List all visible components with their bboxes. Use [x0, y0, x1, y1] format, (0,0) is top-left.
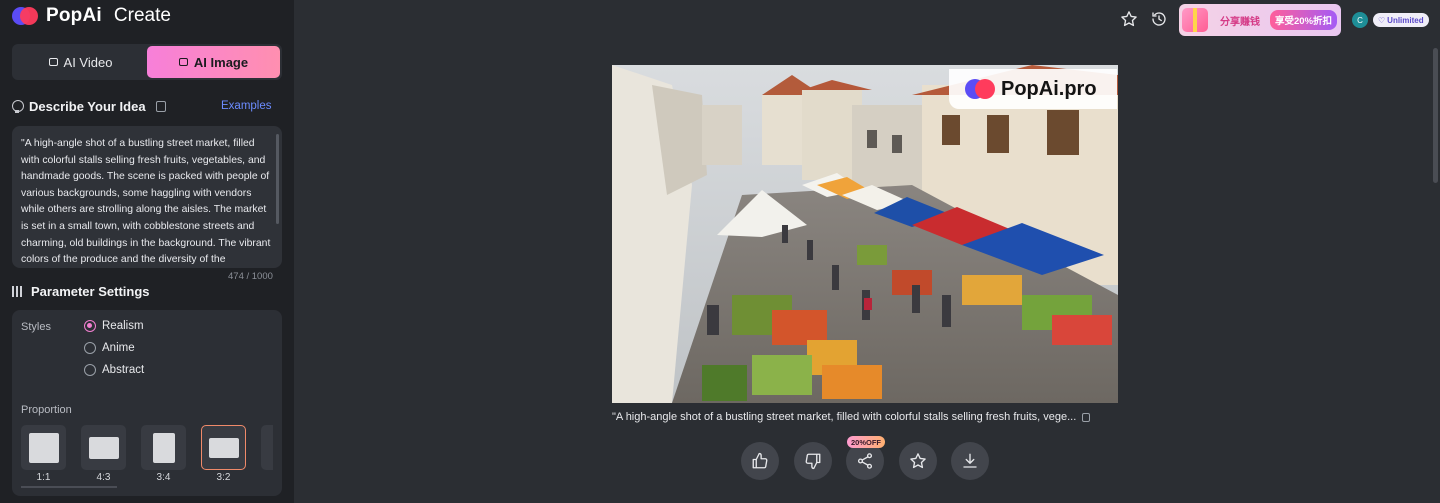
market-scene-illustration — [612, 65, 1118, 403]
ratio-label: 3:4 — [156, 472, 171, 483]
favorite-button[interactable] — [899, 442, 937, 480]
prompt-text: "A high-angle shot of a bustling street … — [21, 138, 271, 266]
plan-badge[interactable]: ♡ Unlimited — [1373, 13, 1429, 27]
styles-label: Styles — [21, 321, 51, 333]
video-icon — [48, 58, 58, 66]
popai-logo-icon — [12, 6, 38, 26]
proportion-label: Proportion — [21, 404, 72, 416]
style-option-label: Realism — [102, 320, 144, 332]
generated-image[interactable] — [612, 65, 1118, 403]
copy-icon[interactable] — [1082, 412, 1091, 422]
ratio-label: 3:2 — [216, 472, 231, 483]
params-heading: Parameter Settings — [12, 284, 150, 299]
plan-label: Unlimited — [1387, 15, 1424, 25]
history-icon[interactable] — [1150, 10, 1168, 28]
gift-icon — [1182, 8, 1208, 32]
image-icon — [178, 58, 188, 66]
radio-icon — [84, 364, 96, 376]
ratio-3-4[interactable] — [141, 425, 186, 470]
proportion-scrollbar[interactable] — [21, 486, 117, 488]
download-icon — [963, 453, 977, 468]
style-option-label: Abstract — [102, 364, 145, 376]
thumbs-up-icon — [752, 452, 768, 469]
share-icon — [857, 453, 873, 469]
style-option-label: Anime — [102, 342, 135, 354]
popai-watermark: PopAi.pro — [949, 69, 1117, 109]
bulb-icon — [12, 100, 24, 113]
promo-banner[interactable]: 分享赚钱 享受20%折扣 — [1179, 4, 1341, 36]
examples-link[interactable]: Examples — [221, 100, 272, 112]
image-caption: "A high-angle shot of a bustling street … — [612, 411, 1118, 423]
promo-discount-badge: 享受20%折扣 — [1270, 10, 1338, 30]
section-name: Create — [113, 5, 171, 26]
tab-ai-image-label: AI Image — [193, 54, 249, 70]
style-option-abstract[interactable]: Abstract — [84, 364, 144, 376]
describe-heading: Describe Your Idea — [12, 99, 166, 114]
radio-icon — [84, 320, 96, 332]
ratio-label: 1:1 — [36, 472, 51, 483]
sliders-icon — [12, 286, 24, 297]
like-button[interactable] — [741, 442, 779, 480]
watermark-text: PopAi.pro — [1001, 77, 1097, 100]
sidebar: PopAi Create AI Video AI Image Describe … — [0, 0, 294, 503]
prompt-scrollbar[interactable] — [276, 134, 279, 224]
param-panel: Styles Realism Anime Abstract Proportion… — [12, 310, 282, 496]
radio-icon — [84, 342, 96, 354]
tab-ai-video-label: AI Video — [63, 54, 113, 70]
ratio-3-2[interactable] — [201, 425, 246, 470]
brand-logo[interactable]: PopAi Create — [12, 4, 171, 28]
promo-text: 分享赚钱 — [1220, 16, 1260, 28]
prompt-textarea[interactable]: "A high-angle shot of a bustling street … — [12, 126, 282, 268]
ratio-1-1[interactable] — [21, 425, 66, 470]
discount-badge: 20%OFF — [847, 436, 886, 448]
star-icon[interactable] — [1120, 10, 1138, 28]
tab-ai-image[interactable]: AI Image — [147, 46, 280, 78]
ratio-more[interactable] — [261, 425, 273, 470]
star-icon — [910, 453, 926, 469]
copy-icon[interactable] — [155, 101, 166, 112]
style-option-realism[interactable]: Realism — [84, 320, 144, 332]
params-title: Parameter Settings — [31, 284, 150, 299]
popai-logo-icon — [965, 78, 995, 100]
tab-ai-video[interactable]: AI Video — [14, 46, 147, 78]
diamond-icon: ♡ — [1378, 15, 1386, 25]
avatar[interactable]: C — [1352, 12, 1368, 28]
dislike-button[interactable] — [794, 442, 832, 480]
caption-text: "A high-angle shot of a bustling street … — [612, 411, 1077, 423]
char-counter: 474 / 1000 — [228, 271, 273, 282]
describe-title: Describe Your Idea — [29, 99, 146, 114]
page-scrollbar[interactable] — [1433, 48, 1438, 183]
ratio-label: 4:3 — [96, 472, 111, 483]
thumbs-down-icon — [805, 453, 821, 470]
mode-tabs: AI Video AI Image — [12, 44, 282, 80]
ratio-4-3[interactable] — [81, 425, 126, 470]
brand-name: PopAi — [46, 5, 102, 26]
download-button[interactable] — [951, 442, 989, 480]
style-option-anime[interactable]: Anime — [84, 342, 135, 354]
